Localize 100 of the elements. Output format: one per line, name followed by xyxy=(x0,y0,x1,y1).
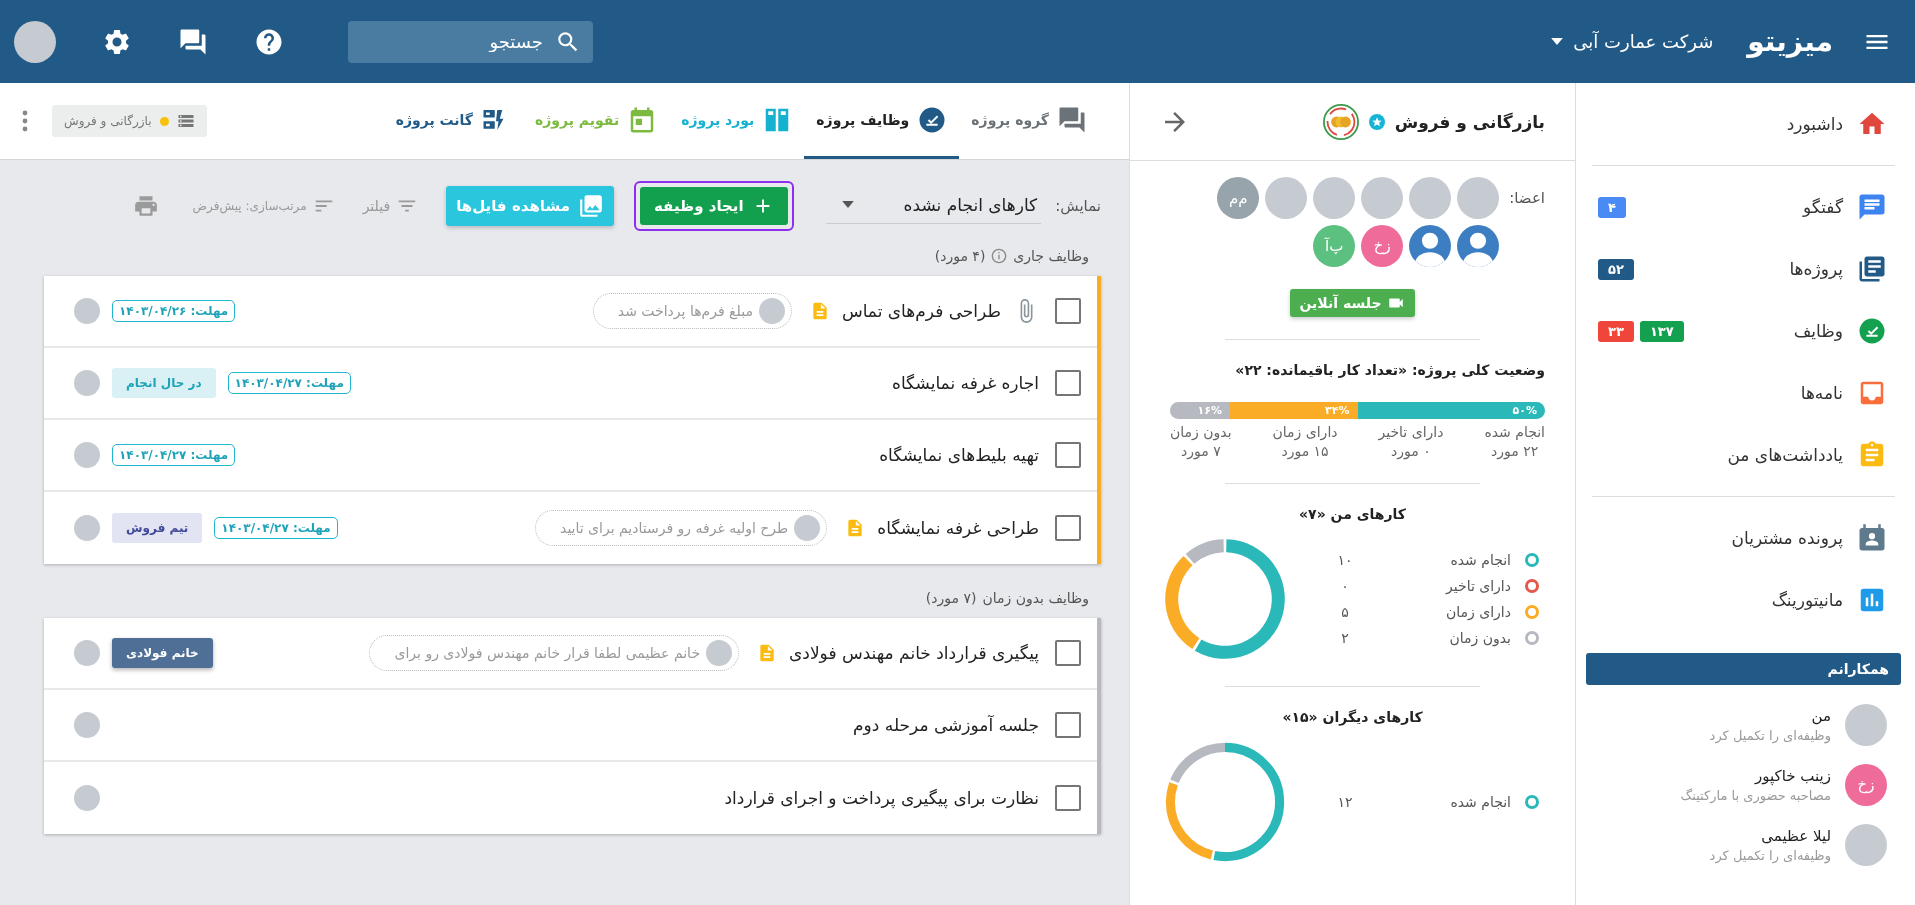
caret-icon xyxy=(841,201,854,208)
task-title[interactable]: جلسه آموزشی مرحله دوم xyxy=(853,715,1039,735)
legend-label: دارای تاخیر xyxy=(1444,577,1511,594)
section-title: وظایف بدون زمان xyxy=(982,590,1089,606)
task-tag: خانم فولادی xyxy=(112,638,213,668)
sidebar-item[interactable]: گفتگو ۴ xyxy=(1586,176,1901,238)
user-avatar xyxy=(74,442,100,468)
count-badge: ۱۳۷ xyxy=(1639,320,1684,342)
colleague-name[interactable]: من xyxy=(1709,707,1831,725)
count-badge: ۴ xyxy=(1598,196,1626,218)
legend-value: ۲ xyxy=(1340,629,1350,646)
sidebar-item[interactable]: یادداشت‌های من xyxy=(1586,424,1901,486)
sidebar-item[interactable]: داشبورد xyxy=(1586,93,1901,155)
initials-avatar: پ‌آ xyxy=(1313,225,1356,267)
print-icon[interactable] xyxy=(132,193,159,219)
user-avatar xyxy=(74,640,100,666)
tab[interactable]: گروه پروژه xyxy=(959,83,1099,159)
display-dropdown[interactable]: کارهای انجام نشده xyxy=(825,188,1042,224)
stat-label: بدون زمان xyxy=(1170,423,1232,442)
deadline-badge: مهلت: ۱۴۰۳/۰۴/۲۷ xyxy=(112,444,236,466)
chart-title: کارهای دیگران «۱۵» xyxy=(1281,708,1424,725)
task-checkbox[interactable] xyxy=(1055,785,1081,811)
search-field[interactable]: جستجو xyxy=(348,20,593,63)
user-avatar xyxy=(794,515,821,541)
colleague-activity: وظیفه‌ای را تکمیل کرد xyxy=(1709,848,1831,863)
task-tag: در حال انجام xyxy=(112,368,216,398)
stat-count: ۷ مورد xyxy=(1180,441,1221,461)
caret-icon xyxy=(1551,38,1564,45)
sidebar-item[interactable]: پروژه‌ها ۵۲ xyxy=(1586,238,1901,300)
task-tag: تیم فروش xyxy=(112,513,203,543)
colleague-activity: وظیفه‌ای را تکمیل کرد xyxy=(1709,728,1831,743)
stat-label: انجام شده xyxy=(1484,423,1545,442)
more-options-icon[interactable] xyxy=(22,109,28,133)
status-dot xyxy=(159,116,169,126)
comment-text: طرح اولیه غرفه رو فرستادیم برای تایید xyxy=(560,520,789,536)
app-logo[interactable]: میزیتو xyxy=(1747,25,1833,58)
task-title[interactable]: طراحی فرم‌های تماس xyxy=(841,301,1001,321)
user-avatar xyxy=(706,640,733,666)
task-title[interactable]: تهیه بلیط‌های نمایشگاه xyxy=(879,445,1039,465)
task-checkbox[interactable] xyxy=(1055,298,1081,324)
comment-text: خانم عظیمی لطفا قرار خانم مهندس فولادی رو برای xyxy=(394,645,701,661)
sidebar-item[interactable]: پرونده مشتریان xyxy=(1586,507,1901,569)
stat-count: ۰ مورد xyxy=(1391,441,1431,461)
display-label: نمایش: xyxy=(1055,197,1101,215)
comment-text: مبلغ فرم‌ها پرداخت شد xyxy=(617,303,753,319)
project-title: بازرگانی و فروش xyxy=(1394,111,1545,132)
stat-count: ۲۲ مورد xyxy=(1491,441,1539,461)
user-avatar xyxy=(758,298,785,324)
task-title[interactable]: طراحی غرفه نمایشگاه xyxy=(877,518,1039,538)
project-status-title: وضعیت کلی پروژه: «تعداد کار باقیمانده: ۲۲» xyxy=(1234,362,1546,378)
user-avatar xyxy=(74,515,100,541)
user-avatar xyxy=(1409,177,1452,219)
section-count: (۴ مورد) xyxy=(934,248,986,264)
legend-value: ۵ xyxy=(1340,603,1350,620)
user-avatar xyxy=(74,712,100,738)
legend-value: ۱۰ xyxy=(1336,551,1354,568)
project-chip[interactable]: بازرگانی و فروش xyxy=(52,105,207,137)
task-checkbox[interactable] xyxy=(1055,712,1081,738)
user-avatar xyxy=(74,370,100,396)
tab[interactable]: وظایف پروژه xyxy=(804,83,960,159)
section-title: وظایف جاری xyxy=(1013,248,1089,264)
members-label: اعضا: xyxy=(1509,189,1545,209)
legend-value: ۱۲ xyxy=(1336,793,1354,810)
section-count: (۷ مورد) xyxy=(925,590,977,606)
initials-avatar: زخ xyxy=(1361,225,1404,267)
task-title[interactable]: پیگیری قرارداد خانم مهندس فولادی xyxy=(789,643,1039,663)
task-title[interactable]: نظارت برای پیگیری پرداخت و اجرای قرارداد xyxy=(724,788,1039,808)
colleague-name[interactable]: زینب خاکپور xyxy=(1680,767,1831,785)
images-icon xyxy=(578,193,604,219)
user-avatar xyxy=(1845,824,1887,866)
task-checkbox[interactable] xyxy=(1055,370,1081,396)
legend-label: انجام شده xyxy=(1449,793,1511,810)
colleagues-header: همکارانم xyxy=(1586,653,1901,685)
project-logo-icon xyxy=(1322,103,1359,140)
colleague-name[interactable]: لیلا عظیمی xyxy=(1709,827,1831,845)
sidebar-item[interactable]: نامه‌ها xyxy=(1586,362,1901,424)
count-badge: ۳۳ xyxy=(1598,320,1634,342)
user-avatar xyxy=(74,298,100,324)
initials-avatar: زخ xyxy=(1845,764,1887,806)
stat-label: دارای تاخیر xyxy=(1378,423,1444,442)
task-title[interactable]: اجاره غرفه نمایشگاه xyxy=(892,373,1039,393)
tab[interactable]: گانت پروژه xyxy=(383,83,523,159)
count-badge: ۵۲ xyxy=(1598,258,1634,280)
task-checkbox[interactable] xyxy=(1055,515,1081,541)
chart-title: کارهای من «۷» xyxy=(1298,505,1407,522)
progress-segment: ۳۴% xyxy=(1230,402,1358,419)
legend-value: ۰ xyxy=(1340,577,1350,594)
company-selector[interactable]: شرکت عمارت آبی xyxy=(1551,31,1714,52)
deadline-badge: مهلت: ۱۴۰۳/۰۴/۲۷ xyxy=(227,372,351,394)
progress-segment: ۵۰% xyxy=(1357,402,1545,419)
progress-segment: ۱۶% xyxy=(1170,402,1230,419)
task-checkbox[interactable] xyxy=(1055,640,1081,666)
info-icon[interactable] xyxy=(991,248,1008,264)
user-avatar xyxy=(74,785,100,811)
initials-avatar: م‌م xyxy=(1217,177,1260,219)
sidebar-item[interactable]: وظایف ۱۳۷ ۳۳ xyxy=(1586,300,1901,362)
sidebar-item[interactable]: مانیتورینگ xyxy=(1586,569,1901,631)
user-avatar xyxy=(14,20,56,63)
default-avatar xyxy=(1409,225,1452,267)
task-checkbox[interactable] xyxy=(1055,442,1081,468)
